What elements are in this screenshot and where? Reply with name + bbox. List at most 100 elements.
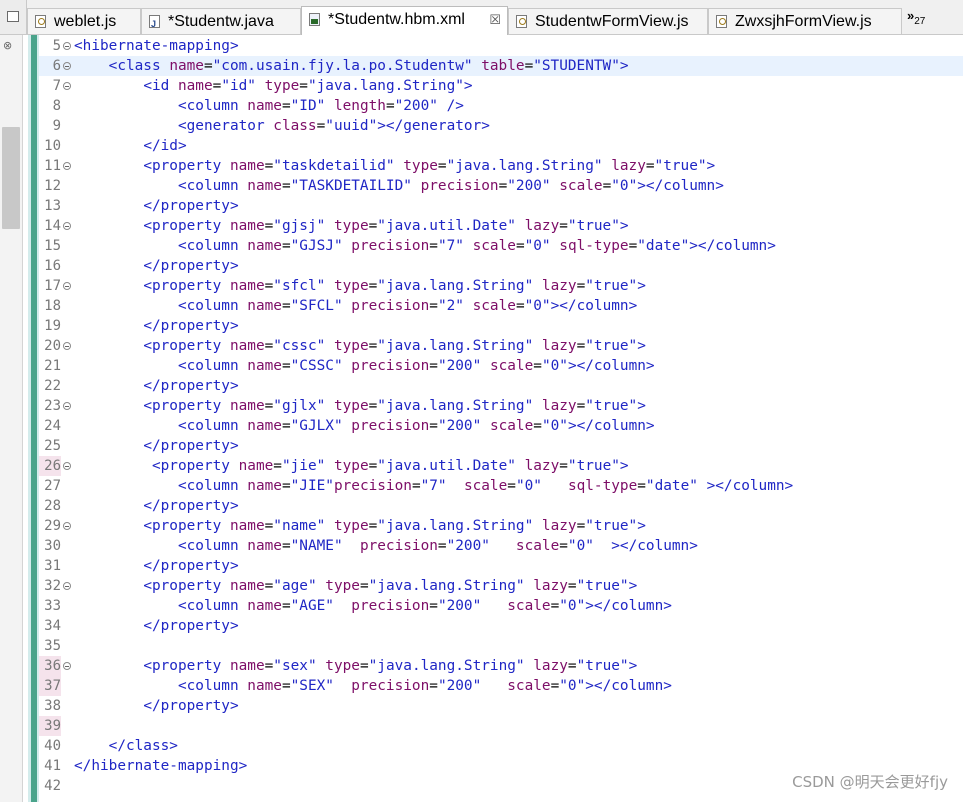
code-text: =: [602, 178, 612, 194]
tab-zwxsjhformview-js[interactable]: ZwxsjhFormView.js: [708, 8, 902, 34]
code-line[interactable]: 6 <class name="com.usain.fjy.la.po.Stude…: [39, 56, 963, 76]
code-text: =: [411, 478, 421, 494]
code-text: <column name="SFCL" precision="2" scale=…: [74, 296, 637, 316]
code-line[interactable]: 10 </id>: [39, 136, 963, 156]
xml-value: "AGE": [290, 598, 334, 614]
code-line[interactable]: 19 </property>: [39, 316, 963, 336]
code-editor[interactable]: 5 <hibernate-mapping> 6 <class name="com.u…: [39, 35, 963, 802]
tab-studentw-hbm-xml[interactable]: *Studentw.hbm.xml ☒: [301, 6, 508, 35]
xml-tag: </property>: [143, 378, 239, 394]
xml-attribute: name: [247, 298, 282, 314]
code-line[interactable]: 28 </property>: [39, 496, 963, 516]
code-line[interactable]: 18 <column name="SFCL" precision="2" sca…: [39, 296, 963, 316]
code-line[interactable]: 33 <column name="AGE" precision="200" sc…: [39, 596, 963, 616]
code-line[interactable]: 21 <column name="CSSC" precision="200" s…: [39, 356, 963, 376]
code-line[interactable]: 35: [39, 636, 963, 656]
code-line[interactable]: 34 </property>: [39, 616, 963, 636]
code-line[interactable]: 8 <column name="ID" length="200" />: [39, 96, 963, 116]
code-text: =: [264, 518, 274, 534]
xml-value: "7": [437, 238, 464, 254]
line-number: 5: [52, 38, 61, 54]
code-text: </property>: [74, 256, 238, 276]
code-line[interactable]: 15 <column name="GJSJ" precision="7" sca…: [39, 236, 963, 256]
xml-attribute: scale: [489, 418, 534, 434]
xml-value: "7": [420, 478, 447, 494]
minimize-editor-button[interactable]: [0, 0, 27, 34]
code-line[interactable]: 22 </property>: [39, 376, 963, 396]
code-text: =: [264, 218, 274, 234]
code-line[interactable]: 25 </property>: [39, 436, 963, 456]
code-line[interactable]: 20 <property name="cssc" type="java.lang…: [39, 336, 963, 356]
fold-toggle-icon[interactable]: [63, 222, 71, 230]
fold-toggle-icon[interactable]: [63, 342, 71, 350]
tab-overflow-button[interactable]: »27: [907, 8, 925, 27]
line-number: 17: [44, 278, 61, 294]
xml-attribute: lazy: [611, 158, 646, 174]
xml-attribute: scale: [515, 538, 560, 554]
code-text: <class name="com.usain.fjy.la.po.Student…: [74, 56, 629, 76]
fold-toggle-icon[interactable]: [63, 282, 71, 290]
code-line[interactable]: 32 <property name="age" type="java.lang.…: [39, 576, 963, 596]
code-line[interactable]: 12 <column name="TASKDETAILID" precision…: [39, 176, 963, 196]
fold-toggle-icon[interactable]: [63, 42, 71, 50]
fold-toggle-icon[interactable]: [63, 162, 71, 170]
code-line[interactable]: 26 <property name="jie" type="java.util.…: [39, 456, 963, 476]
code-line[interactable]: 14 <property name="gjsj" type="java.util…: [39, 216, 963, 236]
line-number: 30: [44, 538, 61, 554]
code-line[interactable]: 7 <id name="id" type="java.lang.String">: [39, 76, 963, 96]
fold-toggle-icon[interactable]: [63, 62, 71, 70]
collapse-icon[interactable]: ⊗: [3, 39, 12, 52]
code-line[interactable]: 16 </property>: [39, 256, 963, 276]
code-text: =: [281, 478, 291, 494]
code-line[interactable]: 36 <property name="sex" type="java.lang.…: [39, 656, 963, 676]
line-number: 29: [44, 518, 61, 534]
fold-toggle-icon[interactable]: [63, 82, 71, 90]
code-line[interactable]: 39: [39, 716, 963, 736]
code-line[interactable]: 9 <generator class="uuid"></generator>: [39, 116, 963, 136]
tab-studentwformview-js[interactable]: StudentwFormView.js: [508, 8, 708, 34]
code-line[interactable]: 24 <column name="GJLX" precision="200" s…: [39, 416, 963, 436]
fold-toggle-icon[interactable]: [63, 402, 71, 410]
code-text: =: [567, 578, 577, 594]
fold-toggle-icon[interactable]: [63, 582, 71, 590]
code-line[interactable]: 40 </class>: [39, 736, 963, 756]
tab-weblet-js[interactable]: weblet.js: [27, 8, 141, 34]
line-number: 25: [44, 438, 61, 454]
code-line[interactable]: 17 <property name="sfcl" type="java.lang…: [39, 276, 963, 296]
code-line[interactable]: 11 <property name="taskdetailid" type="j…: [39, 156, 963, 176]
js-file-icon: [716, 15, 727, 28]
code-line[interactable]: 29 <property name="name" type="java.lang…: [39, 516, 963, 536]
xml-value: "java.lang.String": [377, 278, 534, 294]
fold-toggle-icon[interactable]: [63, 662, 71, 670]
close-tab-icon[interactable]: ☒: [489, 7, 501, 33]
xml-attribute: sql-type: [559, 238, 629, 254]
xml-attribute: name: [229, 518, 265, 534]
code-line[interactable]: 27 <column name="JIE"precision="7" scale…: [39, 476, 963, 496]
code-text: <property name="cssc" type="java.lang.St…: [74, 336, 646, 356]
scrollbar-thumb[interactable]: [2, 127, 20, 229]
code-line[interactable]: 38 </property>: [39, 696, 963, 716]
fold-toggle-icon[interactable]: [63, 462, 71, 470]
code-text: =: [533, 418, 542, 434]
code-line[interactable]: 13 </property>: [39, 196, 963, 216]
code-line[interactable]: 30 <column name="NAME" precision="200" s…: [39, 536, 963, 556]
code-line[interactable]: 23 <property name="gjlx" type="java.lang…: [39, 396, 963, 416]
xml-value: "0": [559, 598, 586, 614]
xml-tag: >: [637, 398, 646, 414]
xml-tag: <property: [143, 218, 222, 234]
code-text: <column name="GJLX" precision="200" scal…: [74, 416, 655, 436]
fold-toggle-icon[interactable]: [63, 522, 71, 530]
hidden-tab-count: 27: [914, 16, 926, 27]
xml-attribute: lazy: [533, 578, 568, 594]
code-line[interactable]: 5 <hibernate-mapping>: [39, 36, 963, 56]
code-line[interactable]: 31 </property>: [39, 556, 963, 576]
code-line[interactable]: 37 <column name="SEX" precision="200" sc…: [39, 676, 963, 696]
tab-studentw-java[interactable]: *Studentw.java: [141, 8, 301, 37]
